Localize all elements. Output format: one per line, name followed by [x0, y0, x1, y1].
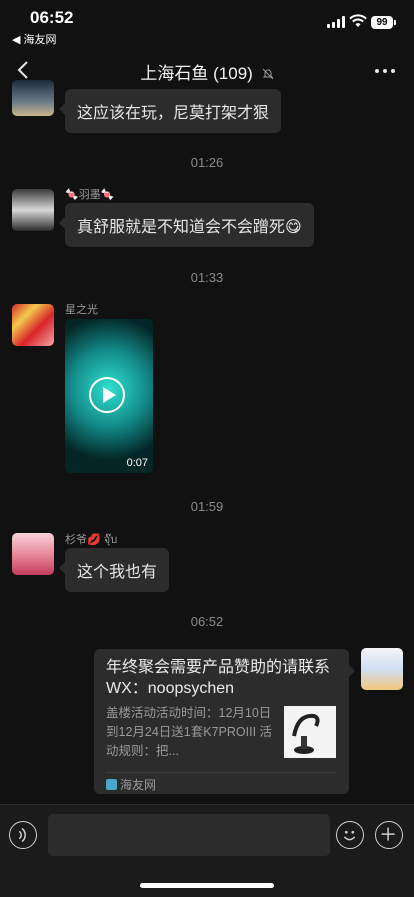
more-options-icon[interactable]	[374, 68, 396, 74]
status-bar: 06:52 ◀ 海友网 99	[0, 0, 414, 46]
my-avatar[interactable]	[361, 648, 403, 690]
chat-title: 上海石鱼 (109)	[0, 59, 414, 84]
message-timestamp: 01:26	[190, 155, 224, 170]
link-card[interactable]: 年终聚会需要产品赞助的请联系 WX：noopsychen 盖楼活动活动时间：12…	[94, 649, 355, 794]
message-bubble[interactable]: 这应该在玩，尼莫打架才狠	[58, 89, 282, 133]
source-app-icon	[106, 779, 117, 790]
home-indicator[interactable]	[140, 883, 274, 888]
video-duration: 0:07	[126, 457, 148, 469]
message-timestamp: 01:33	[190, 270, 224, 285]
link-card-description: 盖楼活动活动时间：12月10日到12月24日送1套K7PROIII 活动规则：把…	[106, 706, 273, 758]
voice-input-icon[interactable]	[9, 821, 37, 849]
avatar[interactable]	[12, 304, 54, 346]
plus-icon[interactable]	[375, 821, 403, 849]
avatar[interactable]	[12, 80, 54, 116]
message-bubble[interactable]: 这个我也有	[58, 548, 170, 592]
link-card-source-name: 海友网	[120, 778, 157, 792]
message-input[interactable]	[48, 814, 330, 856]
battery-icon: 99	[371, 16, 396, 29]
wifi-icon	[349, 14, 367, 27]
sender-nickname: 星之光	[65, 304, 98, 316]
signal-icon	[327, 16, 345, 28]
status-time: 06:52	[30, 8, 74, 27]
mute-bell-icon	[262, 68, 273, 80]
input-bar	[0, 804, 414, 897]
video-message[interactable]: 0:07	[65, 319, 153, 473]
play-icon[interactable]	[89, 377, 125, 413]
product-thumbnail	[284, 706, 336, 758]
message-timestamp: 01:59	[190, 499, 224, 514]
message-bubble[interactable]: 真舒服就是不知道会不会蹭死😋	[59, 203, 314, 247]
link-card-title: 年终聚会需要产品赞助的请联系 WX：noopsychen	[106, 659, 331, 697]
emoji-icon[interactable]	[336, 821, 364, 849]
link-card-source: 海友网	[106, 776, 156, 793]
sender-nickname: 杉爷💋 จุ๊บ	[65, 534, 118, 546]
avatar[interactable]	[12, 533, 54, 575]
avatar[interactable]	[12, 189, 54, 231]
message-timestamp: 06:52	[190, 614, 224, 629]
sender-nickname: 🍬羽墨🍬	[65, 189, 115, 201]
chat-title-text: 上海石鱼 (109)	[140, 64, 253, 83]
link-card-divider	[106, 772, 337, 773]
back-to-app-link[interactable]: ◀ 海友网	[12, 31, 57, 47]
